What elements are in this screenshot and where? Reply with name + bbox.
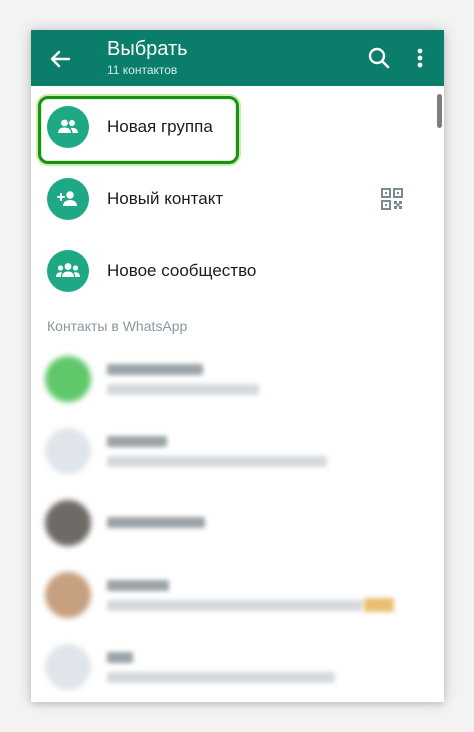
page-title: Выбрать xyxy=(107,38,188,60)
section-header-contacts: Контакты в WhatsApp xyxy=(47,318,188,334)
add-person-icon xyxy=(47,178,89,220)
title-block: Выбрать 11 контактов xyxy=(107,38,188,78)
list-item[interactable] xyxy=(31,488,444,560)
list-item[interactable] xyxy=(31,416,444,488)
scrollbar[interactable] xyxy=(437,94,442,128)
avatar xyxy=(45,644,91,690)
new-group-label: Новая группа xyxy=(107,117,213,136)
new-contact-row[interactable]: Новый контакт xyxy=(31,167,444,231)
group-icon xyxy=(47,106,89,148)
app-bar: Выбрать 11 контактов xyxy=(31,30,444,86)
search-icon xyxy=(368,47,390,69)
avatar xyxy=(45,356,91,402)
new-contact-label: Новый контакт xyxy=(107,189,224,208)
community-icon xyxy=(47,250,89,292)
list-item[interactable] xyxy=(31,560,444,632)
contacts-count: 11 контактов xyxy=(107,63,178,77)
more-vertical-icon xyxy=(417,48,423,68)
avatar xyxy=(45,500,91,546)
new-community-row[interactable]: Новое сообщество xyxy=(31,239,444,303)
back-button[interactable] xyxy=(45,44,75,74)
more-options-button[interactable] xyxy=(410,44,430,72)
qr-code-icon[interactable] xyxy=(380,187,404,211)
search-button[interactable] xyxy=(365,44,393,72)
arrow-left-icon xyxy=(50,50,71,68)
avatar xyxy=(45,428,91,474)
new-community-label: Новое сообщество xyxy=(107,261,257,280)
list-item[interactable] xyxy=(31,632,444,702)
avatar xyxy=(45,572,91,618)
new-group-row[interactable]: Новая группа xyxy=(31,95,444,159)
list-item[interactable] xyxy=(31,344,444,416)
phone-screen: Выбрать 11 контактов Новая группа Новый … xyxy=(31,30,444,702)
